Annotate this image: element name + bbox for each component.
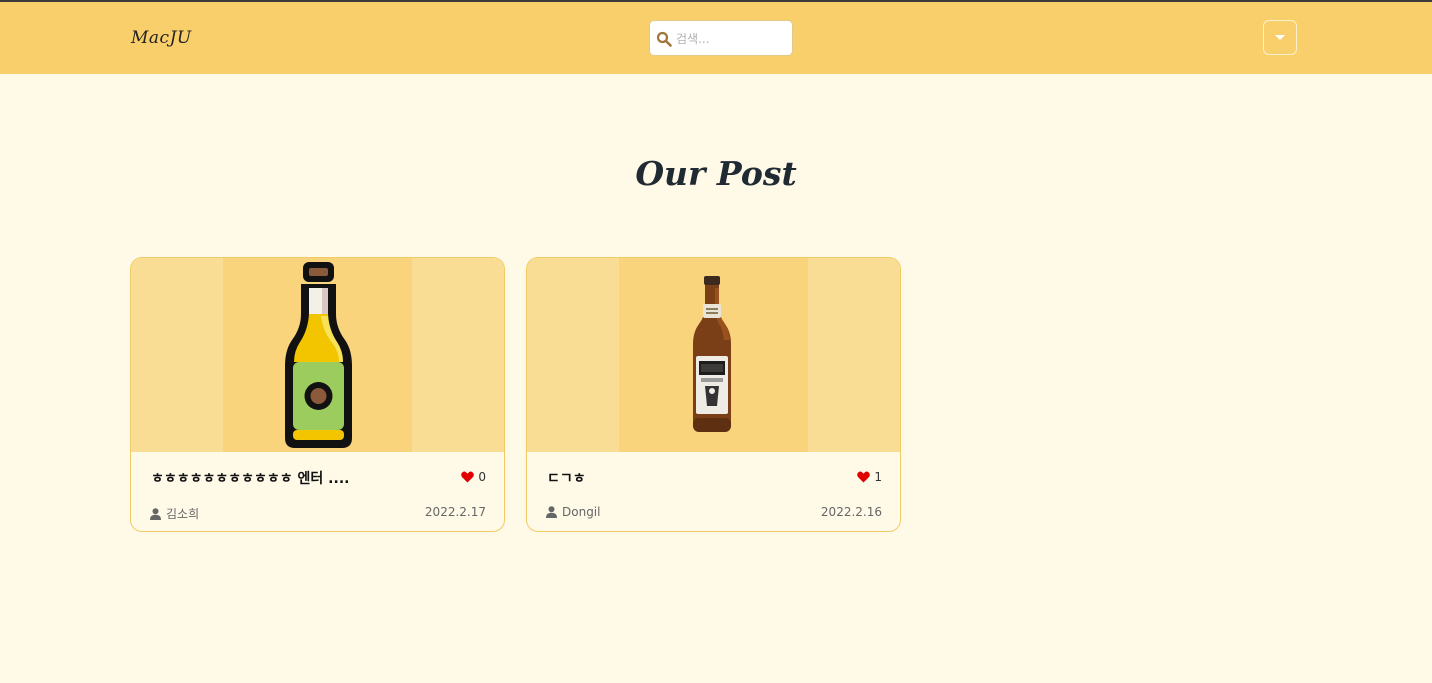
heart-icon[interactable] — [857, 471, 871, 483]
author-name: 김소희 — [166, 507, 200, 521]
user-icon — [150, 507, 161, 520]
heart-icon[interactable] — [461, 471, 475, 483]
page-title: Our Post — [635, 154, 797, 193]
menu-dropdown-button[interactable] — [1263, 20, 1297, 55]
search-box[interactable] — [649, 20, 793, 56]
brand-logo[interactable]: MacJU — [131, 28, 192, 48]
post-date: 2022.2.16 — [820, 505, 882, 519]
beer-bottle-illustration — [285, 262, 352, 448]
beer-bottle-photo — [693, 276, 731, 432]
post-thumbnail[interactable] — [131, 258, 504, 452]
post-title[interactable]: ㄷㄱㅎ — [547, 468, 586, 488]
post-thumbnail[interactable] — [527, 258, 900, 452]
author-name: Dongil — [562, 505, 601, 519]
post-card[interactable]: ㄷㄱㅎ 1 Dongil 2022.2.16 — [526, 257, 901, 532]
caret-down-icon — [1275, 35, 1285, 40]
like-count[interactable]: 1 — [857, 470, 882, 484]
search-icon — [656, 31, 672, 47]
post-author: 김소희 — [150, 505, 199, 522]
navbar: MacJU — [0, 2, 1432, 74]
post-author: Dongil — [546, 505, 600, 519]
like-count[interactable]: 0 — [461, 470, 486, 484]
user-icon — [546, 506, 557, 518]
like-count-value: 1 — [874, 470, 882, 484]
post-card[interactable]: ㅎㅎㅎㅎㅎㅎㅎㅎㅎㅎㅎ 엔터 .... 0 김소희 2022.2.17 — [130, 257, 505, 532]
post-title[interactable]: ㅎㅎㅎㅎㅎㅎㅎㅎㅎㅎㅎ 엔터 .... — [151, 468, 349, 488]
post-date: 2022.2.17 — [424, 505, 486, 519]
like-count-value: 0 — [478, 470, 486, 484]
search-input[interactable] — [676, 27, 786, 51]
